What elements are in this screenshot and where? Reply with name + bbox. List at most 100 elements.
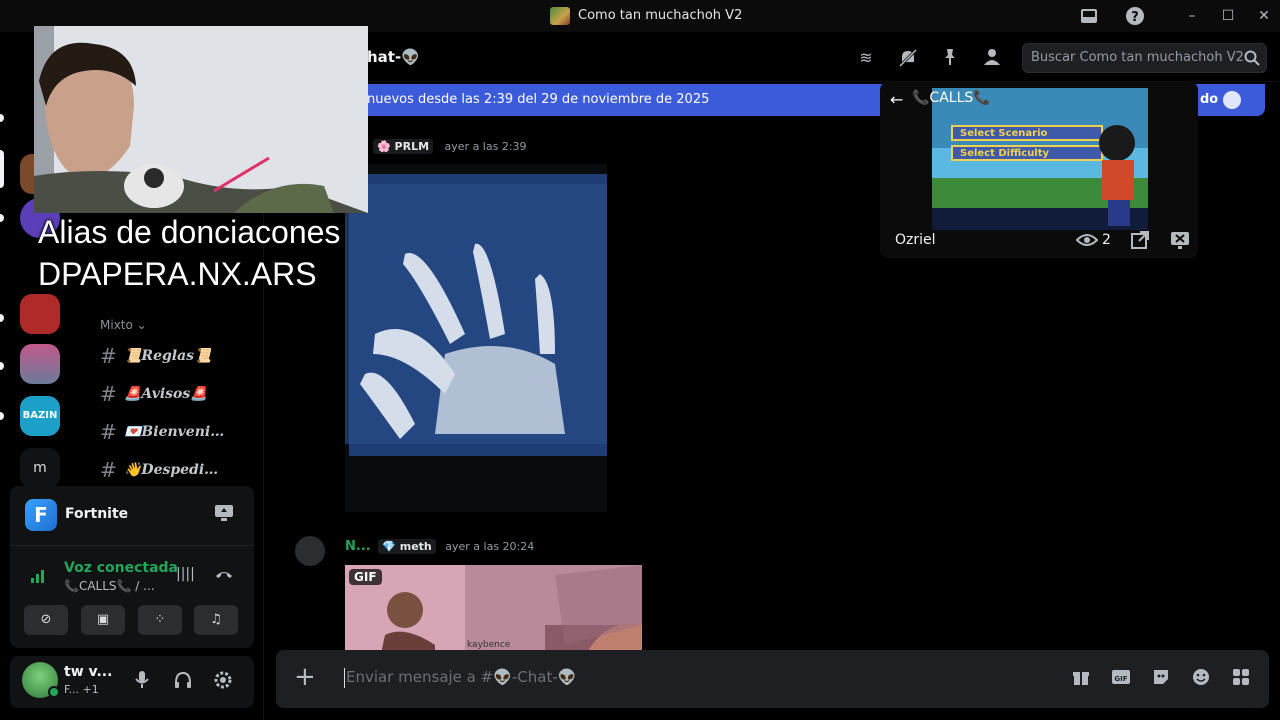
stream-preview[interactable]: Select Scenario Select Difficulty	[932, 88, 1148, 230]
emoji-icon[interactable]	[1190, 668, 1212, 690]
sticker-icon[interactable]	[1150, 668, 1172, 690]
message-input[interactable]: Enviar mensaje a #👽-Chat-👽	[346, 668, 576, 686]
noise-suppression-icon[interactable]: ||||	[176, 566, 195, 582]
game-menu-line: Select Difficulty	[960, 148, 1050, 159]
channel-bienvenida[interactable]: # 💌Bienveni…	[100, 416, 250, 448]
selected-indicator	[0, 150, 4, 188]
new-messages-text: nuevos desde las 2:39 del 29 de noviembr…	[367, 92, 710, 107]
popout-title: 📞CALLS📞	[912, 90, 991, 106]
role-badge[interactable]: 🌸 PRLM	[373, 139, 434, 154]
user-status: F... +1	[64, 683, 99, 696]
unread-indicator	[0, 114, 4, 122]
message-author[interactable]: N...	[345, 539, 371, 554]
screen-share-button[interactable]: ▣	[81, 605, 125, 635]
minimize-icon[interactable]: –	[1182, 6, 1202, 26]
window-title: Como tan muchachoh V2	[578, 8, 743, 23]
viewers-icon	[1075, 232, 1099, 252]
notifications-muted-icon[interactable]	[897, 48, 919, 70]
server-icon[interactable]	[20, 344, 60, 384]
category-header[interactable]: Mixto ⌄	[100, 318, 147, 332]
unread-indicator	[0, 314, 4, 322]
app-icon	[550, 7, 570, 25]
channel-header: hat-👽 ≋ Buscar Como tan muchachoh V2	[265, 32, 1280, 82]
signal-icon[interactable]	[30, 566, 48, 588]
gift-icon[interactable]	[1070, 668, 1092, 690]
soundboard-button[interactable]: ♫	[194, 605, 238, 635]
headphones-icon[interactable]	[173, 670, 193, 694]
donation-alias-line2: DPAPERA.NX.ARS	[38, 256, 317, 292]
channel-label: 💌Bienveni…	[124, 424, 225, 440]
server-icon-m[interactable]: m	[20, 448, 60, 488]
message-composer: + Enviar mensaje a #👽-Chat-👽 GIF	[276, 650, 1269, 708]
channel-avisos[interactable]: # 🚨Avisos🚨	[100, 378, 250, 410]
member-list-icon[interactable]	[981, 48, 1003, 70]
game-name: Fortnite	[65, 506, 129, 522]
hash-icon: #	[100, 382, 117, 406]
message-header: N... 💎 meth ayer a las 20:24	[345, 539, 534, 554]
back-arrow-icon[interactable]: ←	[890, 90, 903, 109]
microphone-icon[interactable]	[134, 670, 150, 694]
voice-status: Voz conectada	[64, 560, 178, 576]
search-input[interactable]: Buscar Como tan muchachoh V2	[1022, 43, 1267, 73]
unread-indicator	[0, 412, 4, 420]
viewer-count: 2	[1102, 232, 1111, 248]
svg-text:?: ?	[1131, 10, 1139, 25]
new-messages-right: do	[1200, 92, 1219, 107]
game-icon: F	[25, 499, 57, 531]
stop-watching-icon[interactable]	[1170, 230, 1190, 254]
gif-picker-icon[interactable]: GIF	[1110, 668, 1132, 690]
unread-indicator	[0, 214, 4, 222]
hash-icon: #	[100, 420, 117, 444]
settings-gear-icon[interactable]	[213, 670, 233, 694]
add-attachment-icon[interactable]: +	[294, 664, 316, 690]
popout-window-icon[interactable]	[1130, 230, 1150, 254]
voice-channel[interactable]: 📞CALLS📞 / ...	[64, 579, 155, 593]
message-avatar[interactable]	[295, 536, 325, 566]
online-status-icon	[48, 686, 60, 698]
channel-despedida[interactable]: # 👋Despedi…	[100, 454, 250, 486]
message-timestamp: ayer a las 2:39	[444, 140, 527, 153]
channel-label: 👋Despedi…	[124, 462, 219, 478]
activity-card[interactable]: F Fortnite	[10, 486, 254, 546]
message-image[interactable]	[345, 164, 607, 512]
search-placeholder: Buscar Como tan muchachoh V2	[1031, 50, 1244, 65]
gif-label: GIF	[349, 569, 382, 585]
close-icon[interactable]: ✕	[1254, 6, 1274, 26]
text-cursor	[344, 668, 345, 688]
maximize-icon[interactable]: ☐	[1218, 6, 1238, 26]
game-menu-line: Select Scenario	[960, 128, 1048, 139]
server-label: BAZIN	[22, 410, 58, 421]
voice-panel: F Fortnite Voz conectada 📞CALLS📞 / ... |…	[10, 486, 254, 648]
call-popout[interactable]: Select Scenario Select Difficulty ← 📞CAL…	[880, 82, 1198, 258]
username[interactable]: tw v...	[64, 664, 112, 680]
server-letter: m	[33, 460, 47, 476]
inbox-icon[interactable]	[1079, 6, 1099, 26]
streamer-name: Ozriel	[895, 232, 936, 248]
hash-icon: #	[100, 344, 117, 368]
game-screenshot	[932, 88, 1148, 230]
channel-label: 🚨Avisos🚨	[124, 386, 208, 402]
server-icon-bazin[interactable]: BAZIN	[20, 396, 60, 436]
video-off-button[interactable]: ⊘	[24, 605, 68, 635]
pin-icon[interactable]	[939, 48, 961, 70]
channel-title: hat-👽	[367, 48, 420, 66]
svg-text:GIF: GIF	[1114, 675, 1127, 683]
hash-icon: #	[100, 458, 117, 482]
help-icon[interactable]: ?	[1125, 6, 1145, 26]
channel-reglas[interactable]: # 📜Reglas📜	[100, 340, 250, 372]
message-header: 🌸 PRLM ayer a las 2:39	[373, 139, 527, 154]
search-icon	[1244, 44, 1260, 77]
mark-read-icon[interactable]	[1223, 91, 1241, 109]
threads-icon[interactable]: ≋	[855, 48, 877, 70]
disconnect-icon[interactable]	[214, 566, 234, 586]
webcam-overlay	[34, 26, 368, 213]
unread-indicator	[0, 362, 4, 370]
gif-caption: kaybence	[467, 640, 511, 650]
server-icon[interactable]	[20, 294, 60, 334]
role-badge[interactable]: 💎 meth	[378, 539, 436, 554]
screen-share-icon[interactable]	[214, 504, 234, 522]
activities-button[interactable]: ⁘	[138, 605, 182, 635]
apps-icon[interactable]	[1230, 668, 1252, 690]
user-panel: tw v... F... +1	[10, 656, 254, 708]
xray-image	[345, 164, 607, 512]
